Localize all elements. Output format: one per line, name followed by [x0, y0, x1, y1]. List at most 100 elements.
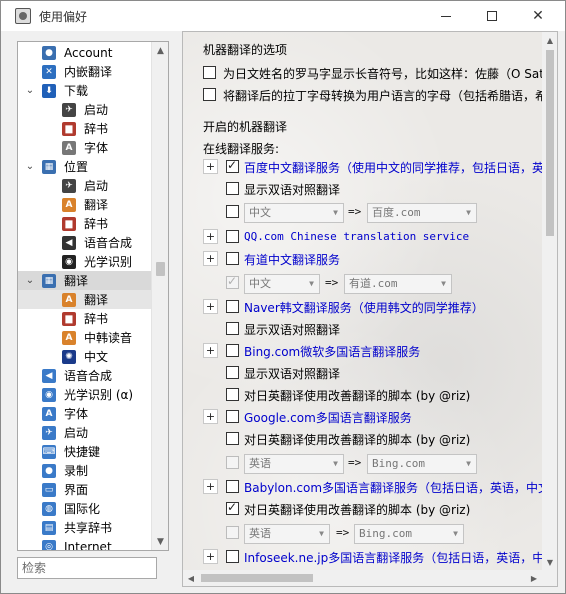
- online-services-label: 在线翻译服务:: [203, 142, 280, 156]
- sidebar-item[interactable]: ◀ 语音合成: [18, 366, 151, 385]
- qq-service-link[interactable]: QQ.com Chinese translation service: [244, 230, 469, 243]
- naver-checkbox[interactable]: [226, 300, 239, 313]
- translate-icon: A: [62, 292, 76, 307]
- expand-baidu-button[interactable]: +: [203, 159, 218, 174]
- sidebar-item[interactable]: ▭ 界面: [18, 480, 151, 499]
- youdao-lang-checkbox[interactable]: [226, 274, 239, 289]
- bing-bilingual-checkbox[interactable]: [226, 366, 239, 379]
- babylon-target-select[interactable]: Bing.com ▼: [354, 524, 464, 544]
- chevron-down-icon[interactable]: ⌄: [24, 275, 36, 286]
- youdao-service-link[interactable]: 有道中文翻译服务: [244, 251, 340, 268]
- sidebar-item[interactable]: ▆ 辞书: [18, 309, 151, 328]
- main-horizontal-scrollbar[interactable]: ◀ ▶: [183, 570, 542, 586]
- scroll-left-arrow-icon[interactable]: ◀: [183, 570, 199, 586]
- babylon-source-select[interactable]: 英语 ▼: [244, 524, 330, 544]
- expand-babylon-button[interactable]: +: [203, 479, 218, 494]
- google-service-link[interactable]: Google.com多国语言翻译服务: [244, 409, 412, 426]
- google-source-select[interactable]: 英语 ▼: [244, 454, 344, 474]
- chevron-down-icon[interactable]: ⌄: [24, 85, 36, 96]
- naver-service-link[interactable]: Naver韩文翻译服务（使用韩文的同学推荐）: [244, 299, 484, 316]
- sidebar-item[interactable]: A 翻译: [18, 195, 151, 214]
- bing-script-checkbox[interactable]: [226, 388, 239, 401]
- baidu-bilingual-checkbox[interactable]: [226, 182, 239, 195]
- settings-tree[interactable]: ● Account ✕ 内嵌翻译 ⌄ ⬇ 下载 ✈ 启动 ▆ 辞书 A 字体 ⌄ ▦ 位置 ✈ 启动 A 翻译 ▆ 辞书 ◀…: [17, 41, 169, 551]
- chevron-down-icon: ▼: [333, 459, 338, 468]
- bing-checkbox[interactable]: [226, 344, 239, 357]
- baidu-service-link[interactable]: 百度中文翻译服务（使用中文的同学推荐，包括日语，英语）: [244, 159, 543, 176]
- expand-google-button[interactable]: +: [203, 409, 218, 424]
- sidebar-item[interactable]: ▆ 辞书: [18, 119, 151, 138]
- sidebar-item[interactable]: ▤ 共享辞书: [18, 518, 151, 537]
- sidebar-item[interactable]: ✈ 启动: [18, 176, 151, 195]
- sidebar-scroll-thumb[interactable]: [156, 262, 165, 276]
- scroll-up-arrow-icon[interactable]: ▲: [542, 32, 557, 48]
- search-input[interactable]: 检索: [17, 557, 157, 579]
- main-vertical-scrollbar[interactable]: ▲ ▼: [542, 32, 557, 570]
- babylon-arrow: =>: [336, 526, 350, 539]
- babylon-service-link[interactable]: Babylon.com多国语言翻译服务（包括日语，英语，中文，韩文）: [244, 479, 543, 496]
- sidebar-item[interactable]: ⌄ ⬇ 下载: [18, 81, 151, 100]
- sidebar-scrollbar[interactable]: ▲ ▼: [151, 42, 168, 550]
- infoseek-checkbox[interactable]: [226, 550, 239, 563]
- qq-checkbox[interactable]: [226, 230, 239, 243]
- google-script-checkbox[interactable]: [226, 432, 239, 445]
- sidebar-item[interactable]: ◀ 语音合成: [18, 233, 151, 252]
- rocket-icon: ✈: [62, 102, 76, 117]
- scroll-down-arrow-icon[interactable]: ▼: [542, 554, 557, 570]
- scroll-right-arrow-icon[interactable]: ▶: [526, 570, 542, 586]
- expand-bing-button[interactable]: +: [203, 343, 218, 358]
- expand-qq-button[interactable]: +: [203, 229, 218, 244]
- baidu-checkbox[interactable]: [226, 158, 239, 173]
- youdao-arrow: =>: [325, 276, 339, 289]
- chevron-down-icon[interactable]: ⌄: [24, 161, 36, 172]
- sidebar-item[interactable]: ⌄ ▦ 位置: [18, 157, 151, 176]
- bing-service-link[interactable]: Bing.com微软多国语言翻译服务: [244, 343, 420, 360]
- sidebar-item[interactable]: ◍ 国际化: [18, 499, 151, 518]
- scroll-up-arrow-icon[interactable]: ▲: [152, 42, 168, 59]
- naver-bilingual-checkbox[interactable]: [226, 322, 239, 335]
- sidebar-item[interactable]: A 中韩读音: [18, 328, 151, 347]
- sidebar-item[interactable]: ◎ Internet: [18, 537, 151, 550]
- google-target-select[interactable]: Bing.com ▼: [367, 454, 477, 474]
- sidebar-item[interactable]: ✺ 中文: [18, 347, 151, 366]
- sidebar-item[interactable]: A 翻译: [18, 290, 151, 309]
- sidebar-item[interactable]: ⌨ 快捷键: [18, 442, 151, 461]
- sidebar-item[interactable]: ✈ 启动: [18, 100, 151, 119]
- expand-naver-button[interactable]: +: [203, 299, 218, 314]
- sidebar-item[interactable]: ✕ 内嵌翻译: [18, 62, 151, 81]
- keyboard-icon: ⌨: [42, 444, 56, 459]
- sidebar-item-label: 光学识别: [84, 255, 133, 269]
- close-button[interactable]: ✕: [515, 1, 561, 31]
- babylon-checkbox[interactable]: [226, 480, 239, 493]
- google-lang-checkbox[interactable]: [226, 456, 239, 469]
- sidebar-item[interactable]: ✈ 启动: [18, 423, 151, 442]
- baidu-target-select[interactable]: 百度.com ▼: [367, 203, 477, 223]
- baidu-lang-checkbox[interactable]: [226, 205, 239, 218]
- sidebar-item[interactable]: ⌄ ▦ 翻译: [18, 271, 151, 290]
- sidebar-item[interactable]: ◉ 光学识别: [18, 252, 151, 271]
- youdao-source-select[interactable]: 中文 ▼: [244, 274, 320, 294]
- youdao-target-select[interactable]: 有道.com ▼: [344, 274, 452, 294]
- expand-infoseek-button[interactable]: +: [203, 549, 218, 564]
- google-checkbox[interactable]: [226, 410, 239, 423]
- romaji-checkbox[interactable]: [203, 66, 216, 79]
- babylon-lang-checkbox[interactable]: [226, 526, 239, 539]
- baidu-source-select[interactable]: 中文 ▼: [244, 203, 344, 223]
- sidebar-item[interactable]: ● 录制: [18, 461, 151, 480]
- vertical-scroll-thumb[interactable]: [546, 50, 554, 236]
- sidebar-item[interactable]: A 字体: [18, 138, 151, 157]
- horizontal-scroll-thumb[interactable]: [201, 574, 313, 582]
- sidebar-item[interactable]: ◉ 光学识别 (α): [18, 385, 151, 404]
- sidebar-item-label: 录制: [64, 464, 89, 478]
- babylon-script-checkbox[interactable]: [226, 500, 239, 515]
- sidebar-item[interactable]: ● Account: [18, 43, 151, 62]
- scroll-down-arrow-icon[interactable]: ▼: [152, 533, 168, 550]
- sidebar-item[interactable]: A 字体: [18, 404, 151, 423]
- sidebar-item[interactable]: ▆ 辞书: [18, 214, 151, 233]
- expand-youdao-button[interactable]: +: [203, 251, 218, 266]
- latin-checkbox[interactable]: [203, 88, 216, 101]
- youdao-checkbox[interactable]: [226, 252, 239, 265]
- maximize-button[interactable]: [469, 1, 515, 31]
- minimize-button[interactable]: [423, 1, 469, 31]
- infoseek-service-link[interactable]: Infoseek.ne.jp多国语言翻译服务（包括日语，英语，中文，韩文）: [244, 549, 543, 566]
